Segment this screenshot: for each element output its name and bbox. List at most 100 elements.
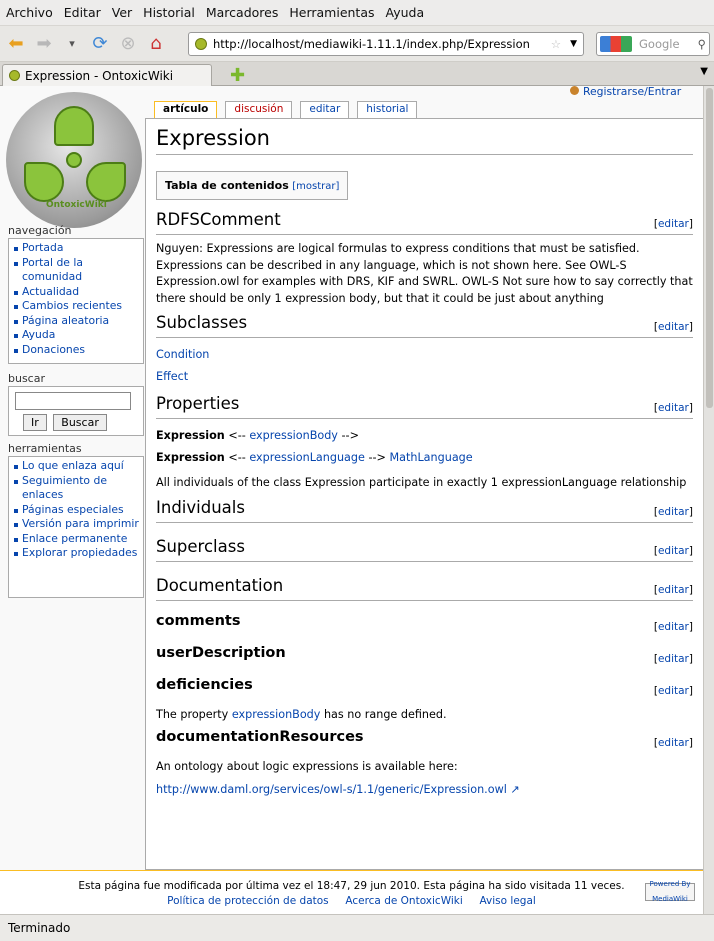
prop-expressionbody-link[interactable]: expressionBody — [249, 429, 338, 442]
home-icon[interactable]: ⌂ — [146, 33, 166, 54]
edit-label[interactable]: editar — [658, 218, 689, 230]
footer-disclaimer-link[interactable]: Aviso legal — [479, 895, 535, 907]
login-label: Registrarse/Entrar — [583, 86, 682, 98]
prop-arrow: --> — [337, 429, 359, 442]
docres-external-link[interactable]: http://www.daml.org/services/owl-s/1.1/g… — [156, 783, 507, 796]
edit-label[interactable]: editar — [658, 545, 689, 557]
section-title: Documentation — [156, 575, 284, 595]
table-of-contents: Tabla de contenidos [mostrar] — [156, 171, 349, 200]
menu-editar[interactable]: Editar — [64, 5, 101, 20]
footer-privacy-link[interactable]: Política de protección de datos — [167, 895, 328, 907]
subclass-effect-link[interactable]: Effect — [156, 370, 188, 383]
bookmark-star-icon[interactable]: ☆ — [551, 37, 561, 51]
back-icon[interactable]: ⬅ — [6, 33, 26, 54]
edit-label[interactable]: editar — [658, 321, 689, 333]
edit-section-link[interactable]: [editar] — [654, 653, 693, 665]
wiki-search-input[interactable] — [15, 392, 131, 410]
nav-heading: navegación — [8, 224, 72, 237]
toc-label: Tabla de contenidos — [165, 179, 289, 192]
section-properties: Properties [editar] — [156, 394, 693, 419]
login-link[interactable]: Registrarse/Entrar — [570, 86, 681, 98]
tools-heading: herramientas — [8, 442, 82, 455]
go-button[interactable]: Ir — [23, 414, 47, 431]
edit-section-link[interactable]: [editar] — [654, 545, 693, 557]
scrollbar-thumb[interactable] — [706, 88, 713, 408]
def-expressionbody-link[interactable]: expressionBody — [232, 708, 321, 721]
nav-item-cambios[interactable]: Cambios recientes — [13, 299, 139, 314]
nav-item-portada[interactable]: Portada — [13, 241, 139, 256]
search-button[interactable]: Buscar — [53, 414, 107, 431]
tab-discussion[interactable]: discusión — [225, 101, 293, 118]
toc-show-link[interactable]: [mostrar] — [292, 181, 339, 192]
tool-item-printable[interactable]: Versión para imprimir — [13, 517, 139, 532]
browser-tab[interactable]: Expression - OntoxicWiki — [2, 64, 212, 86]
nav-item-donaciones[interactable]: Donaciones — [13, 343, 139, 358]
tool-item-special-pages[interactable]: Páginas especiales — [13, 503, 139, 518]
reload-icon[interactable]: ⟳ — [90, 33, 110, 54]
logo-blade-right — [86, 162, 126, 202]
tab-article[interactable]: artículo — [154, 101, 218, 118]
tab-list-icon[interactable]: ▼ — [700, 66, 708, 77]
new-tab-icon[interactable]: ✚ — [230, 65, 245, 86]
tab-favicon-icon — [9, 70, 20, 81]
section-title: Properties — [156, 394, 240, 413]
forward-icon[interactable]: ➡ — [34, 33, 54, 54]
search-placeholder: Google — [639, 37, 680, 51]
tab-edit[interactable]: editar — [300, 101, 350, 118]
wiki-logo[interactable]: OntoxicWiki — [6, 92, 142, 228]
menu-ayuda[interactable]: Ayuda — [386, 5, 425, 20]
edit-label[interactable]: editar — [658, 737, 689, 749]
external-link-icon: ↗ — [510, 782, 520, 796]
search-box[interactable]: Google ⚲ — [596, 32, 710, 56]
tool-item-what-links[interactable]: Lo que enlaza aquí — [13, 459, 139, 474]
tool-item-permalink[interactable]: Enlace permanente — [13, 532, 139, 547]
subclass-condition-link[interactable]: Condition — [156, 348, 209, 361]
nav-item-actualidad[interactable]: Actualidad — [13, 285, 139, 300]
property-description: All individuals of the class Expression … — [156, 476, 687, 489]
edit-label[interactable]: editar — [658, 402, 689, 414]
stop-icon[interactable]: ⊗ — [118, 33, 138, 54]
edit-section-link[interactable]: [editar] — [654, 402, 693, 414]
edit-label[interactable]: editar — [658, 653, 689, 665]
edit-section-link[interactable]: [editar] — [654, 584, 693, 596]
nav-item-aleatoria[interactable]: Página aleatoria — [13, 314, 139, 329]
powered-by-mediawiki-badge[interactable]: Powered By MediaWiki — [645, 880, 695, 903]
prop-class-name: Expression — [156, 429, 225, 442]
edit-section-link[interactable]: [editar] — [654, 685, 693, 697]
page-scrollbar[interactable] — [703, 86, 714, 914]
edit-section-link[interactable]: [editar] — [654, 321, 693, 333]
site-favicon-icon — [195, 38, 207, 50]
menu-marcadores[interactable]: Marcadores — [206, 5, 279, 20]
section-title: Superclass — [156, 536, 245, 556]
menu-historial[interactable]: Historial — [143, 5, 195, 20]
url-bar[interactable]: http://localhost/mediawiki-1.11.1/index.… — [188, 32, 584, 56]
section-superclass: Superclass [editar] — [156, 537, 693, 562]
menu-herramientas[interactable]: Herramientas — [289, 5, 374, 20]
edit-section-link[interactable]: [editar] — [654, 737, 693, 749]
tool-item-related-changes[interactable]: Seguimiento de enlaces — [13, 474, 139, 503]
page-viewport: OntoxicWiki navegación Portada Portal de… — [0, 86, 714, 914]
url-dropdown-icon[interactable]: ▼ — [570, 39, 577, 49]
magnifier-icon[interactable]: ⚲ — [698, 37, 706, 51]
google-engine-icon[interactable] — [600, 36, 632, 52]
edit-section-link[interactable]: [editar] — [654, 218, 693, 230]
footer-about-link[interactable]: Acerca de OntoxicWiki — [345, 895, 462, 907]
edit-section-link[interactable]: [editar] — [654, 506, 693, 518]
edit-label[interactable]: editar — [658, 584, 689, 596]
prop-expressionlanguage-link[interactable]: expressionLanguage — [249, 451, 365, 464]
edit-label[interactable]: editar — [658, 506, 689, 518]
navigation-toolbar: ⬅ ➡ ▾ ⟳ ⊗ ⌂ http://localhost/mediawiki-1… — [0, 26, 714, 62]
edit-label[interactable]: editar — [658, 621, 689, 633]
nav-portlet: Portada Portal de la comunidad Actualida… — [8, 238, 144, 364]
tool-item-browse-properties[interactable]: Explorar propiedades — [13, 546, 139, 561]
prop-arrow: <-- — [224, 451, 250, 464]
history-dropdown-icon[interactable]: ▾ — [62, 37, 82, 50]
nav-item-ayuda[interactable]: Ayuda — [13, 328, 139, 343]
menu-archivo[interactable]: Archivo — [6, 5, 53, 20]
prop-mathlanguage-link[interactable]: MathLanguage — [389, 451, 472, 464]
menu-ver[interactable]: Ver — [112, 5, 132, 20]
edit-section-link[interactable]: [editar] — [654, 621, 693, 633]
tab-history[interactable]: historial — [357, 101, 418, 118]
nav-item-portal[interactable]: Portal de la comunidad — [13, 256, 139, 285]
edit-label[interactable]: editar — [658, 685, 689, 697]
